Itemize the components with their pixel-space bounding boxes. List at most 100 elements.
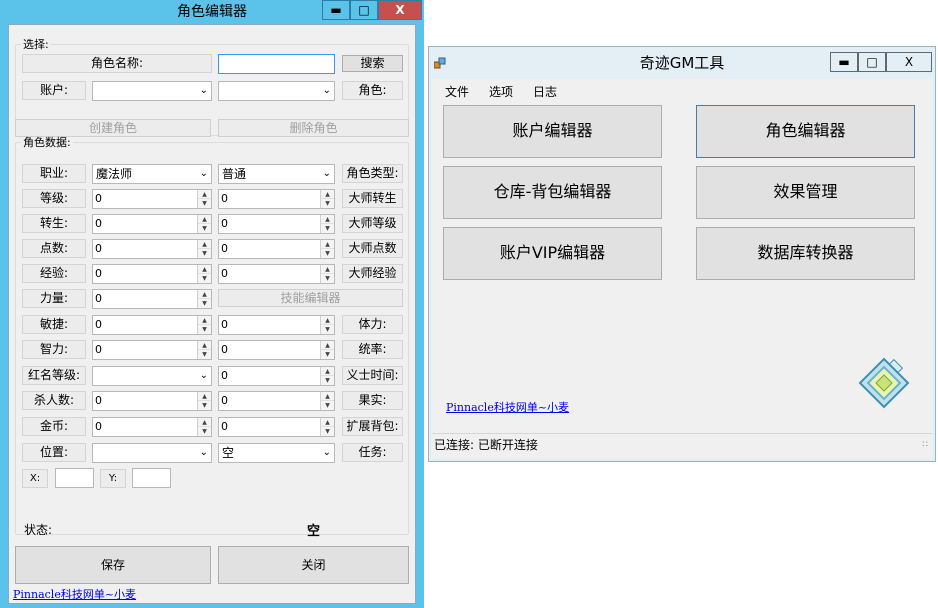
chevron-down-icon[interactable]: ▼	[321, 199, 334, 208]
vip-editor-button[interactable]: 账户VIP编辑器	[443, 227, 662, 280]
chevron-up-icon[interactable]: ▲	[198, 265, 211, 274]
effect-manager-button[interactable]: 效果管理	[696, 166, 915, 219]
chevron-down-icon[interactable]: ▼	[198, 274, 211, 283]
spinner-buttons[interactable]: ▲ ▼	[197, 316, 211, 334]
create-role-button[interactable]: 创建角色	[15, 119, 211, 137]
chevron-down-icon[interactable]: ▼	[321, 274, 334, 283]
strength-spinner[interactable]: 0 ▲ ▼	[92, 289, 212, 309]
y-input[interactable]	[132, 468, 171, 488]
agility-spinner[interactable]: 0 ▲ ▼	[92, 315, 212, 335]
chevron-down-icon[interactable]: ▼	[198, 427, 211, 436]
chevron-up-icon[interactable]: ▲	[321, 367, 334, 376]
chevron-down-icon[interactable]: ▼	[321, 224, 334, 233]
chevron-up-icon[interactable]: ▲	[198, 341, 211, 350]
chevron-down-icon[interactable]: ▼	[198, 350, 211, 359]
minimize-button[interactable]: ▬	[322, 0, 350, 20]
close-window-button[interactable]: X	[886, 52, 932, 72]
chevron-up-icon[interactable]: ▲	[198, 418, 211, 427]
spinner-buttons[interactable]: ▲ ▼	[197, 190, 211, 208]
chevron-up-icon[interactable]: ▲	[321, 190, 334, 199]
search-button[interactable]: 搜索	[342, 55, 403, 72]
spinner-buttons[interactable]: ▲ ▼	[197, 265, 211, 283]
exp-spinner[interactable]: 0 ▲ ▼	[92, 264, 212, 284]
footer-link[interactable]: Pinnacle科技网单~小麦	[13, 586, 136, 602]
chevron-down-icon[interactable]: ▼	[321, 427, 334, 436]
spinner-buttons[interactable]: ▲ ▼	[320, 418, 334, 436]
role-type-select[interactable]: 普通 ⌄	[218, 164, 335, 184]
chevron-down-icon[interactable]: ▼	[198, 199, 211, 208]
warehouse-editor-button[interactable]: 仓库-背包编辑器	[443, 166, 662, 219]
chevron-up-icon[interactable]: ▲	[321, 265, 334, 274]
chevron-down-icon[interactable]: ▼	[321, 401, 334, 410]
spinner-buttons[interactable]: ▲ ▼	[197, 290, 211, 308]
db-converter-button[interactable]: 数据库转换器	[696, 227, 915, 280]
chevron-down-icon[interactable]: ▼	[198, 224, 211, 233]
role-select[interactable]: ⌄	[218, 81, 335, 101]
spinner-buttons[interactable]: ▲ ▼	[197, 341, 211, 359]
spinner-buttons[interactable]: ▲ ▼	[320, 392, 334, 410]
chevron-down-icon[interactable]: ▼	[321, 350, 334, 359]
chevron-up-icon[interactable]: ▲	[321, 341, 334, 350]
chevron-down-icon[interactable]: ▼	[321, 376, 334, 385]
points-spinner[interactable]: 0 ▲ ▼	[92, 239, 212, 259]
chevron-up-icon[interactable]: ▲	[321, 392, 334, 401]
level-spinner[interactable]: 0 ▲ ▼	[92, 189, 212, 209]
close-button[interactable]: 关闭	[218, 546, 409, 584]
chevron-down-icon[interactable]: ▼	[321, 249, 334, 258]
menu-log[interactable]: 日志	[533, 83, 557, 101]
maximize-button[interactable]: □	[350, 0, 378, 20]
maximize-button[interactable]: □	[858, 52, 886, 72]
spinner-buttons[interactable]: ▲ ▼	[197, 392, 211, 410]
spinner-buttons[interactable]: ▲ ▼	[197, 215, 211, 233]
delete-role-button[interactable]: 删除角色	[218, 119, 409, 137]
gold-spinner[interactable]: 0 ▲ ▼	[92, 417, 212, 437]
chevron-up-icon[interactable]: ▲	[198, 290, 211, 299]
account-editor-button[interactable]: 账户编辑器	[443, 105, 662, 158]
chevron-up-icon[interactable]: ▲	[321, 316, 334, 325]
hero-time-spinner[interactable]: 0 ▲ ▼	[218, 366, 335, 386]
intelligence-spinner[interactable]: 0 ▲ ▼	[92, 340, 212, 360]
chevron-down-icon[interactable]: ▼	[198, 299, 211, 308]
spinner-buttons[interactable]: ▲ ▼	[197, 240, 211, 258]
spinner-buttons[interactable]: ▲ ▼	[320, 367, 334, 385]
chevron-down-icon[interactable]: ▼	[198, 325, 211, 334]
chevron-up-icon[interactable]: ▲	[321, 240, 334, 249]
chevron-down-icon[interactable]: ▼	[198, 249, 211, 258]
chevron-up-icon[interactable]: ▲	[198, 316, 211, 325]
chevron-up-icon[interactable]: ▲	[198, 190, 211, 199]
save-button[interactable]: 保存	[15, 546, 211, 584]
spinner-buttons[interactable]: ▲ ▼	[320, 215, 334, 233]
spinner-buttons[interactable]: ▲ ▼	[197, 418, 211, 436]
x-input[interactable]	[55, 468, 94, 488]
role-name-input[interactable]	[218, 54, 335, 74]
ext-bag-spinner[interactable]: 0 ▲ ▼	[218, 417, 335, 437]
master-level-spinner[interactable]: 0 ▲ ▼	[218, 214, 335, 234]
chevron-up-icon[interactable]: ▲	[321, 215, 334, 224]
footer-link[interactable]: Pinnacle科技网单~小麦	[446, 399, 569, 415]
close-window-button[interactable]: X	[378, 0, 422, 20]
spinner-buttons[interactable]: ▲ ▼	[320, 190, 334, 208]
fruit-spinner[interactable]: 0 ▲ ▼	[218, 391, 335, 411]
resize-grip-icon[interactable]: ∷	[922, 434, 928, 456]
stamina-spinner[interactable]: 0 ▲ ▼	[218, 315, 335, 335]
rebirth-spinner[interactable]: 0 ▲ ▼	[92, 214, 212, 234]
menu-options[interactable]: 选项	[489, 83, 513, 101]
skill-editor-button[interactable]: 技能编辑器	[218, 289, 403, 307]
class-select[interactable]: 魔法师 ⌄	[92, 164, 212, 184]
spinner-buttons[interactable]: ▲ ▼	[320, 240, 334, 258]
menu-file[interactable]: 文件	[445, 83, 469, 101]
chevron-down-icon[interactable]: ▼	[321, 325, 334, 334]
role-editor-button[interactable]: 角色编辑器	[696, 105, 915, 158]
kills-spinner[interactable]: 0 ▲ ▼	[92, 391, 212, 411]
master-exp-spinner[interactable]: 0 ▲ ▼	[218, 264, 335, 284]
chevron-down-icon[interactable]: ▼	[198, 401, 211, 410]
minimize-button[interactable]: ▬	[830, 52, 858, 72]
spinner-buttons[interactable]: ▲ ▼	[320, 341, 334, 359]
spinner-buttons[interactable]: ▲ ▼	[320, 265, 334, 283]
quest-select[interactable]: 空 ⌄	[218, 443, 335, 463]
location-select[interactable]: ⌄	[92, 443, 212, 463]
command-spinner[interactable]: 0 ▲ ▼	[218, 340, 335, 360]
master-points-spinner[interactable]: 0 ▲ ▼	[218, 239, 335, 259]
chevron-up-icon[interactable]: ▲	[321, 418, 334, 427]
chevron-up-icon[interactable]: ▲	[198, 215, 211, 224]
